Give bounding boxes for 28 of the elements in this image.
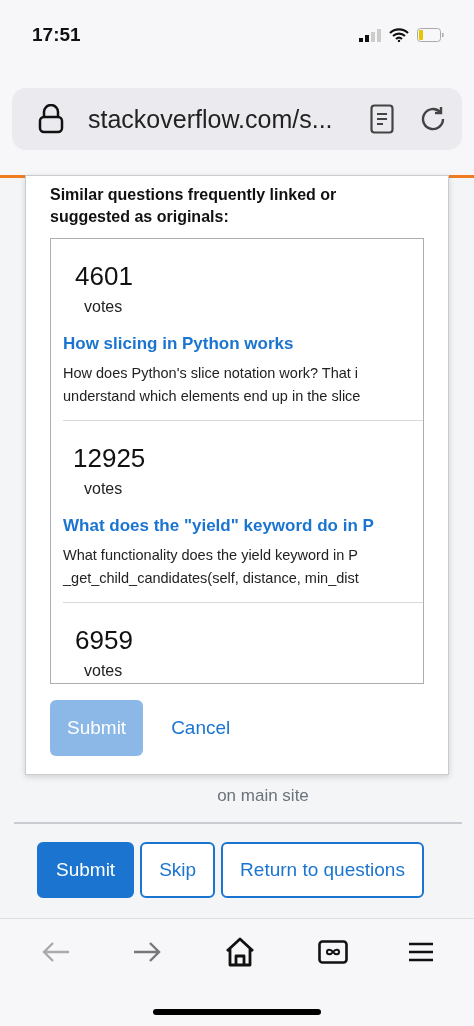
address-bar[interactable]: stackoverflow.com/s...: [12, 88, 462, 150]
votes-label: votes: [83, 662, 124, 680]
battery-icon: [417, 28, 444, 42]
wifi-icon: [389, 28, 409, 42]
signal-icon: [359, 28, 381, 42]
note-text: on main site: [216, 786, 310, 806]
votes-label: votes: [83, 480, 124, 498]
clock-time: 17:51: [32, 24, 81, 46]
question-link[interactable]: What does the "yield" keyword do in P: [63, 516, 423, 536]
question-excerpt: What functionality does the yield keyword in P _get_child_candidates(self, distance, min_dist: [63, 546, 360, 588]
url-text: stackoverflow.com/s...: [88, 104, 334, 134]
vote-count: 6959: [74, 625, 134, 656]
menu-icon[interactable]: [409, 942, 434, 962]
outline-button[interactable]: Return to questions: [221, 842, 424, 898]
reader-icon[interactable]: [370, 104, 394, 134]
tabs-icon[interactable]: [317, 940, 348, 964]
votes-label: votes: [83, 298, 124, 316]
question-excerpt: How does Python's slice notation work? That i understand which elements end up in the slice: [63, 364, 362, 406]
cancel-link[interactable]: Cancel: [171, 717, 231, 739]
lock-icon: [38, 104, 64, 134]
submit-button[interactable]: Submit: [37, 842, 135, 898]
home-icon[interactable]: [224, 937, 256, 967]
outline-button[interactable]: Skip: [140, 842, 216, 898]
dialog-heading: Similar questions frequently linked or suggested as originals:: [50, 185, 338, 227]
vote-count: 4601: [74, 261, 134, 292]
question-link[interactable]: How slicing in Python works: [63, 334, 423, 354]
vote-count: 12925: [72, 443, 147, 474]
forward-icon[interactable]: [132, 940, 163, 964]
